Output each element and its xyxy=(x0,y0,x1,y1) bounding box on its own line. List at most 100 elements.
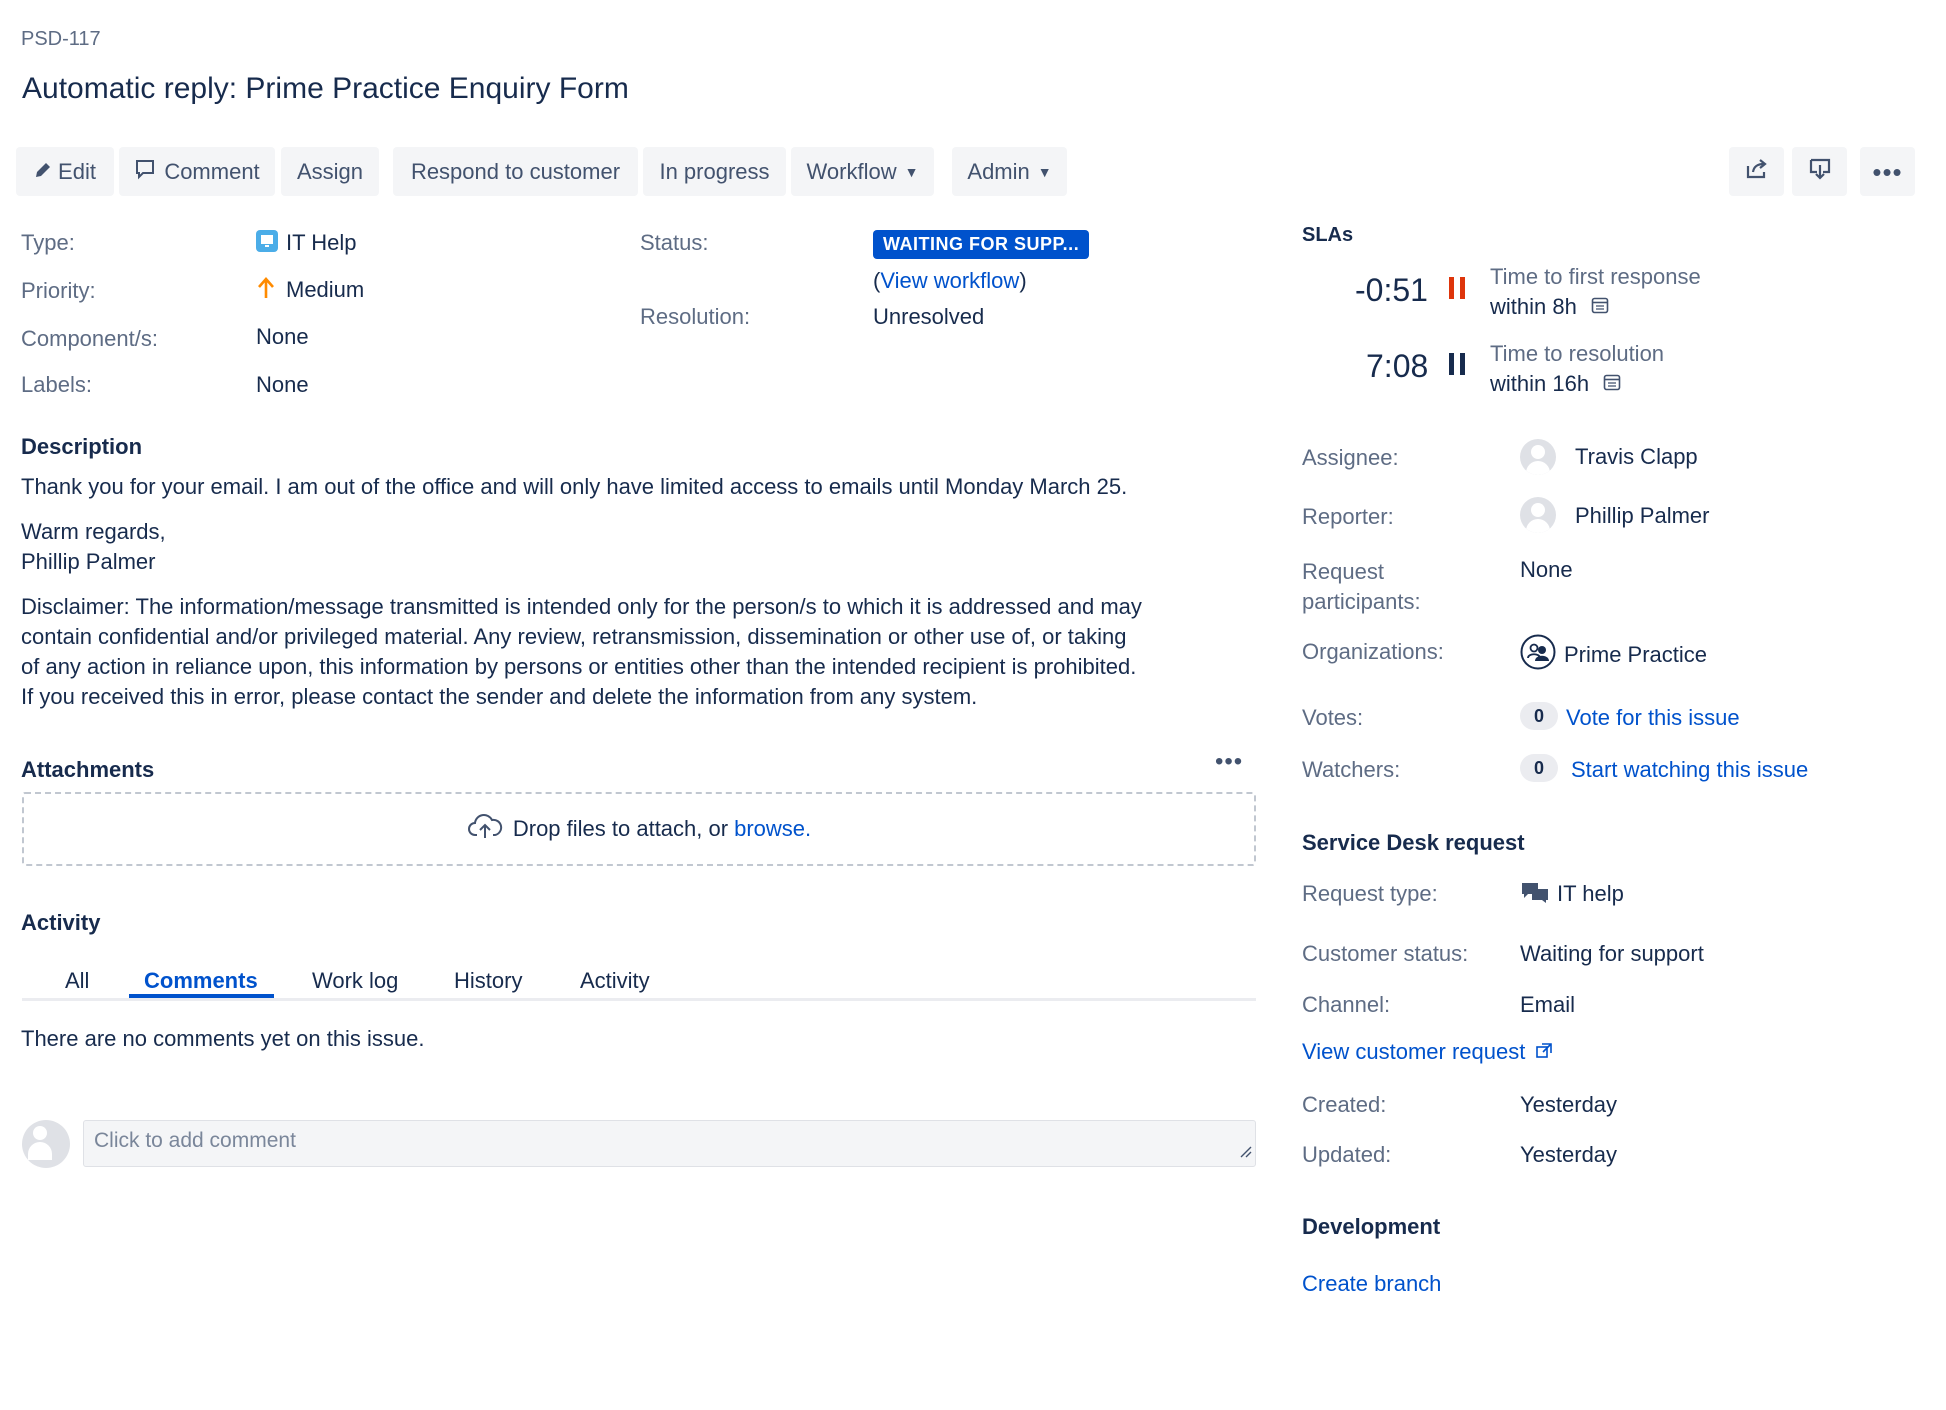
resolution-value: Unresolved xyxy=(873,304,985,329)
attachments-more-icon[interactable]: ••• xyxy=(1215,748,1243,776)
sla-time-resolution: 7:08 xyxy=(1366,348,1429,384)
in-progress-label: In progress xyxy=(659,158,770,184)
export-icon xyxy=(1808,157,1832,187)
tab-comments[interactable]: Comments xyxy=(144,968,258,994)
channel-label: Channel: xyxy=(1302,992,1391,1017)
reporter-name[interactable]: Phillip Palmer xyxy=(1575,503,1710,529)
view-customer-request-link[interactable]: View customer request xyxy=(1302,1039,1552,1065)
it-help-type-icon xyxy=(256,230,278,252)
votes-label: Votes: xyxy=(1302,705,1364,730)
workflow-dropdown[interactable]: Workflow ▼ xyxy=(791,147,934,196)
sla-breached-pause-icon xyxy=(1449,277,1465,299)
description-body[interactable]: Thank you for your email. I am out of th… xyxy=(21,472,1251,712)
admin-label: Admin xyxy=(967,158,1030,184)
respond-to-customer-button[interactable]: Respond to customer xyxy=(393,147,638,196)
watch-link[interactable]: Start watching this issue xyxy=(1571,757,1808,783)
created-label: Created: xyxy=(1302,1092,1387,1117)
issue-key[interactable]: PSD-117 xyxy=(21,28,101,51)
slas-title: SLAs xyxy=(1302,224,1354,246)
component-label: Component/s: xyxy=(21,326,158,351)
assignee-name[interactable]: Travis Clapp xyxy=(1575,444,1698,470)
comment-placeholder: Click to add comment xyxy=(94,1129,296,1152)
assign-label: Assign xyxy=(296,158,364,184)
view-workflow-link[interactable]: View workflow xyxy=(880,268,1019,293)
service-desk-title: Service Desk request xyxy=(1302,830,1525,855)
participants-value: None xyxy=(1520,557,1573,582)
calendar-icon xyxy=(1591,294,1609,319)
tab-history[interactable]: History xyxy=(454,968,522,994)
status-badge[interactable]: WAITING FOR SUPP... xyxy=(873,230,1090,259)
sla-resolution-goal: within 16h xyxy=(1490,371,1621,397)
view-workflow-link-wrapper: (View workflow) xyxy=(873,268,1027,294)
watchers-count-badge: 0 xyxy=(1520,754,1558,782)
issue-title: Automatic reply: Prime Practice Enquiry … xyxy=(22,72,629,105)
request-type-value: IT help xyxy=(1557,881,1624,906)
priority-value: Medium xyxy=(286,277,365,302)
description-line: Warm regards, xyxy=(21,519,166,544)
assignee-avatar xyxy=(1520,439,1556,475)
share-icon xyxy=(1745,158,1769,186)
description-line: Phillip Palmer xyxy=(21,549,156,574)
organizations-label: Organizations: xyxy=(1302,639,1444,664)
create-branch-link[interactable]: Create branch xyxy=(1302,1271,1441,1297)
organization-icon xyxy=(1520,634,1556,675)
resolution-label: Resolution: xyxy=(640,304,751,329)
sla-first-response-goal: within 8h xyxy=(1490,294,1609,320)
assignee-label: Assignee: xyxy=(1302,445,1399,470)
attachment-dropzone[interactable]: Drop files to attach, or browse. xyxy=(22,792,1256,866)
workflow-label: Workflow xyxy=(806,158,897,184)
resize-handle-icon xyxy=(1238,1140,1252,1164)
type-label: Type: xyxy=(21,230,75,255)
no-comments-text: There are no comments yet on this issue. xyxy=(21,1026,425,1051)
tabs-divider xyxy=(22,998,1256,1001)
chevron-down-icon: ▼ xyxy=(904,163,919,180)
paren-close: ) xyxy=(1019,268,1027,293)
comment-button[interactable]: Comment xyxy=(119,147,275,196)
sla-goal-text: within 16h xyxy=(1490,371,1590,396)
updated-value: Yesterday xyxy=(1520,1142,1618,1167)
type-value: IT Help xyxy=(286,230,357,255)
export-button[interactable] xyxy=(1792,147,1847,196)
description-line: contain confidential and/or privileged m… xyxy=(21,624,1127,649)
priority-label: Priority: xyxy=(21,278,96,303)
sla-goal-text: within 8h xyxy=(1490,294,1577,319)
created-value: Yesterday xyxy=(1520,1092,1618,1117)
external-link-icon xyxy=(1535,1039,1552,1064)
customer-status-value: Waiting for support xyxy=(1520,941,1704,966)
description-line: If you received this in error, please co… xyxy=(21,684,978,709)
request-type-label: Request type: xyxy=(1302,881,1438,906)
vote-link[interactable]: Vote for this issue xyxy=(1566,705,1740,731)
tab-work-log[interactable]: Work log xyxy=(312,968,398,994)
activity-title: Activity xyxy=(21,910,101,935)
more-actions-button[interactable]: ••• xyxy=(1860,147,1915,196)
edit-label: Edit xyxy=(58,158,96,184)
status-label: Status: xyxy=(640,230,709,255)
component-value: None xyxy=(256,324,309,349)
development-title: Development xyxy=(1302,1214,1441,1239)
description-line: Disclaimer: The information/message tran… xyxy=(21,594,1142,619)
tab-activity[interactable]: Activity xyxy=(580,968,650,994)
comment-icon xyxy=(134,158,156,186)
sla-resolution-label: Time to resolution xyxy=(1490,341,1665,366)
votes-count-badge: 0 xyxy=(1520,702,1558,730)
watchers-label: Watchers: xyxy=(1302,757,1401,782)
priority-medium-icon xyxy=(256,276,276,305)
tab-all[interactable]: All xyxy=(65,968,89,994)
add-comment-input[interactable]: Click to add comment xyxy=(83,1120,1256,1167)
channel-value: Email xyxy=(1520,992,1576,1017)
participants-label-line: participants: xyxy=(1302,589,1421,614)
sla-first-response-label: Time to first response xyxy=(1490,264,1701,289)
assign-button[interactable]: Assign xyxy=(281,147,379,196)
share-button[interactable] xyxy=(1729,147,1784,196)
in-progress-button[interactable]: In progress xyxy=(643,147,786,196)
browse-link[interactable]: browse. xyxy=(734,816,811,842)
organization-name[interactable]: Prime Practice xyxy=(1564,642,1707,668)
participants-label: Request participants: xyxy=(1302,557,1421,617)
edit-button[interactable]: Edit xyxy=(16,147,114,196)
more-icon: ••• xyxy=(1872,156,1903,187)
calendar-icon xyxy=(1603,371,1621,396)
admin-dropdown[interactable]: Admin ▼ xyxy=(952,147,1067,196)
request-type-chat-icon xyxy=(1520,880,1550,909)
updated-label: Updated: xyxy=(1302,1142,1392,1167)
reporter-avatar xyxy=(1520,497,1556,533)
